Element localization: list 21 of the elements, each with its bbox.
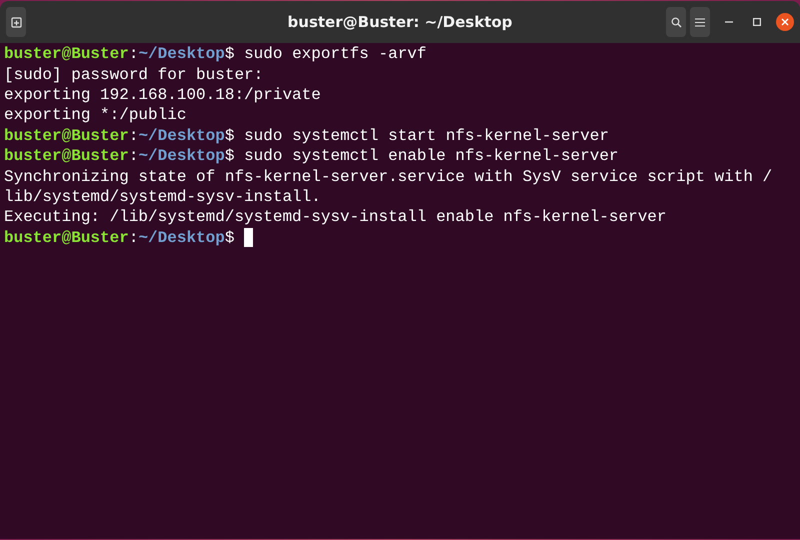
close-icon [781,18,789,26]
output-line: [sudo] password for buster: [4,64,264,85]
output-line: exporting 192.168.100.18:/private [4,84,321,105]
menu-icon [695,18,705,26]
prompt-line: buster@Buster:~/Desktop$ [4,228,234,248]
search-icon [670,16,682,28]
new-tab-button[interactable] [6,7,26,37]
search-button[interactable] [666,7,686,37]
output-line: Synchronizing state of nfs-kernel-server.service with SysV service script with / [4,166,772,187]
minimize-icon [725,21,733,23]
output-line: exporting *:/public [4,105,186,126]
prompt-line: buster@Buster:~/Desktop$ sudo systemctl enable nfs-kernel-server [4,146,619,166]
new-tab-icon [10,16,22,28]
output-line: Executing: /lib/systemd/systemd-sysv-install enable nfs-kernel-server [4,207,667,228]
close-button[interactable] [776,13,794,31]
output-line: lib/systemd/systemd-sysv-install. [4,186,321,207]
prompt-line: buster@Buster:~/Desktop$ sudo systemctl start nfs-kernel-server [4,126,609,146]
menu-button[interactable] [690,7,710,37]
window-title: buster@Buster: ~/Desktop [288,13,512,31]
prompt-line: buster@Buster:~/Desktop$ sudo exportfs -arvf [4,44,426,64]
maximize-icon [753,18,761,26]
